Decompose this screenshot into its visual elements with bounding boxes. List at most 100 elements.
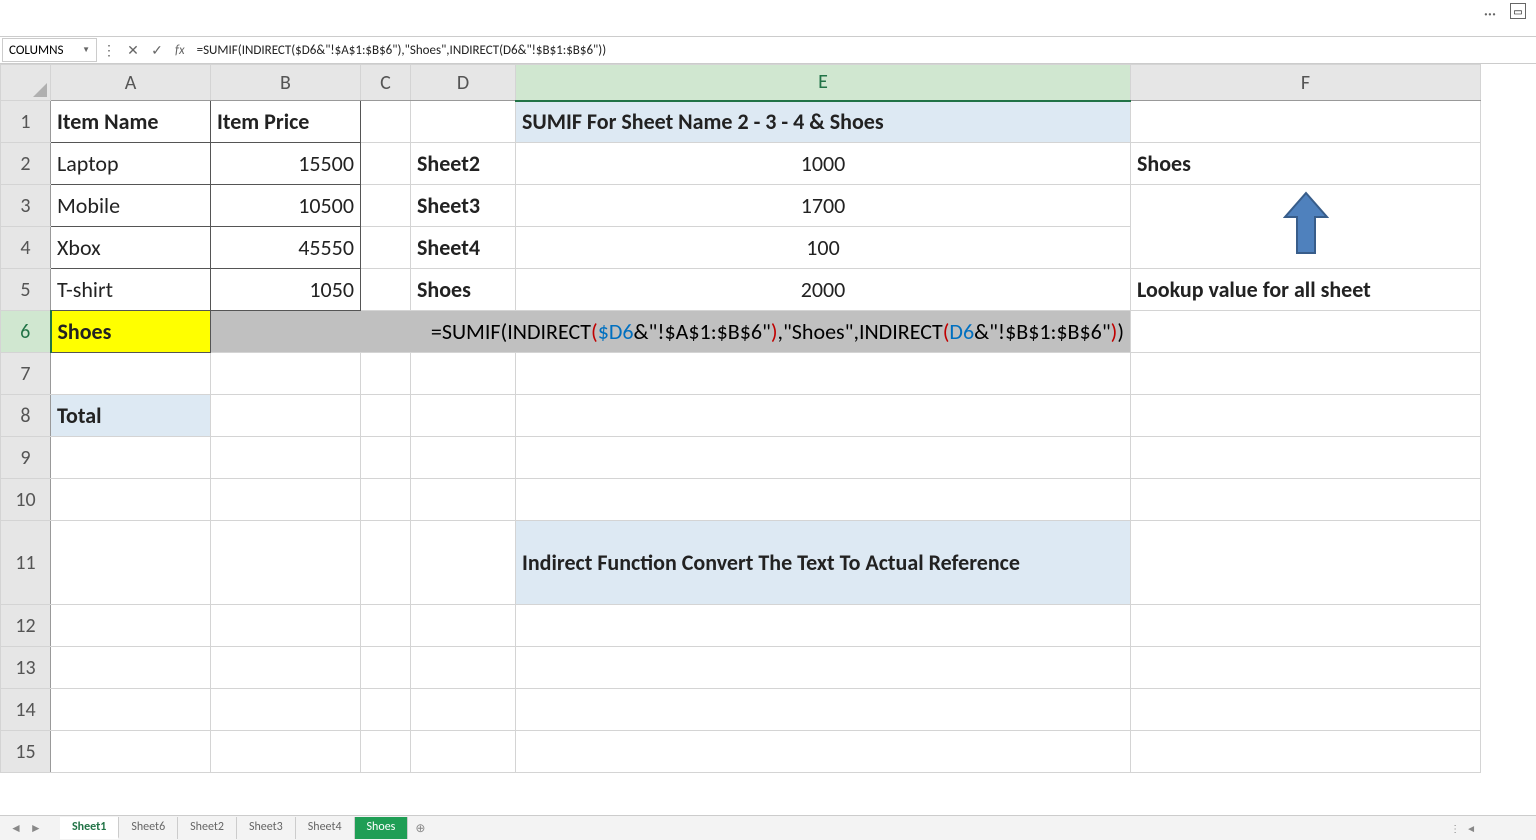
cell-E2[interactable]: 1000	[516, 143, 1131, 185]
cell-B4[interactable]: 45550	[211, 227, 361, 269]
cell-D7[interactable]	[411, 353, 516, 395]
cell-A14[interactable]	[51, 689, 211, 731]
cell-A9[interactable]	[51, 437, 211, 479]
name-box-dropdown-icon[interactable]: ▼	[82, 45, 90, 55]
cell-F8[interactable]	[1131, 395, 1481, 437]
sheet-tab-sheet6[interactable]: Sheet6	[119, 817, 178, 839]
cell-F11[interactable]	[1131, 521, 1481, 605]
row-header-15[interactable]: 15	[1, 731, 51, 773]
cancel-formula-button[interactable]: ✕	[121, 38, 145, 62]
sheet-nav-arrows[interactable]: ◄ ►	[10, 821, 42, 836]
cell-E10[interactable]	[516, 479, 1131, 521]
cell-D10[interactable]	[411, 479, 516, 521]
cell-A13[interactable]	[51, 647, 211, 689]
cell-F14[interactable]	[1131, 689, 1481, 731]
cell-D13[interactable]	[411, 647, 516, 689]
formula-input[interactable]: =SUMIF(INDIRECT($D6&"!$A$1:$B$6"),"Shoes…	[191, 41, 1536, 60]
col-header-E[interactable]: E	[516, 65, 1131, 101]
cell-B10[interactable]	[211, 479, 361, 521]
cell-A3[interactable]: Mobile	[51, 185, 211, 227]
cell-D11[interactable]	[411, 521, 516, 605]
cell-B3[interactable]: 10500	[211, 185, 361, 227]
fx-icon[interactable]: fx	[175, 43, 185, 58]
cell-E14[interactable]	[516, 689, 1131, 731]
cell-E11[interactable]: Indirect Function Convert The Text To Ac…	[516, 521, 1131, 605]
cell-B12[interactable]	[211, 605, 361, 647]
cell-B15[interactable]	[211, 731, 361, 773]
row-header-6[interactable]: 6	[1, 311, 51, 353]
cell-E13[interactable]	[516, 647, 1131, 689]
cell-B7[interactable]	[211, 353, 361, 395]
col-header-A[interactable]: A	[51, 65, 211, 101]
row-header-14[interactable]: 14	[1, 689, 51, 731]
cell-B11[interactable]	[211, 521, 361, 605]
cell-C7[interactable]	[361, 353, 411, 395]
cell-E12[interactable]	[516, 605, 1131, 647]
cell-C11[interactable]	[361, 521, 411, 605]
sheet-tab-shoes[interactable]: Shoes	[355, 817, 409, 839]
sheet-tab-sheet2[interactable]: Sheet2	[178, 817, 237, 839]
cell-E7[interactable]	[516, 353, 1131, 395]
cell-B13[interactable]	[211, 647, 361, 689]
row-header-9[interactable]: 9	[1, 437, 51, 479]
cell-A8[interactable]: Total	[51, 395, 211, 437]
row-header-10[interactable]: 10	[1, 479, 51, 521]
more-options-icon[interactable]: ···	[1484, 5, 1496, 24]
cell-E8[interactable]	[516, 395, 1131, 437]
cell-D4[interactable]: Sheet4	[411, 227, 516, 269]
cell-C2[interactable]	[361, 143, 411, 185]
col-header-F[interactable]: F	[1131, 65, 1481, 101]
cell-A10[interactable]	[51, 479, 211, 521]
cell-A6[interactable]: Shoes	[51, 311, 211, 353]
row-header-5[interactable]: 5	[1, 269, 51, 311]
row-header-2[interactable]: 2	[1, 143, 51, 185]
ribbon-expand-icon[interactable]: ▭	[1510, 3, 1526, 19]
sheet-prev-icon[interactable]: ◄	[10, 821, 22, 836]
cell-A11[interactable]	[51, 521, 211, 605]
cell-D1[interactable]	[411, 101, 516, 143]
cell-A12[interactable]	[51, 605, 211, 647]
cell-E1[interactable]: SUMIF For Sheet Name 2 - 3 - 4 & Shoes	[516, 101, 1131, 143]
cell-B14[interactable]	[211, 689, 361, 731]
cell-C8[interactable]	[361, 395, 411, 437]
row-header-1[interactable]: 1	[1, 101, 51, 143]
cell-D8[interactable]	[411, 395, 516, 437]
sheet-next-icon[interactable]: ►	[30, 821, 42, 836]
cell-D9[interactable]	[411, 437, 516, 479]
cell-F9[interactable]	[1131, 437, 1481, 479]
cell-B9[interactable]	[211, 437, 361, 479]
cell-A2[interactable]: Laptop	[51, 143, 211, 185]
cell-A7[interactable]	[51, 353, 211, 395]
cell-F12[interactable]	[1131, 605, 1481, 647]
cell-E3[interactable]: 1700	[516, 185, 1131, 227]
cell-F15[interactable]	[1131, 731, 1481, 773]
spreadsheet-grid[interactable]: A B C D E F 1 Item Name Item Price SUMIF…	[0, 64, 1536, 815]
sheet-tab-sheet1[interactable]: Sheet1	[60, 817, 119, 839]
cell-B5[interactable]: 1050	[211, 269, 361, 311]
cell-B8[interactable]	[211, 395, 361, 437]
cell-C4[interactable]	[361, 227, 411, 269]
cell-A15[interactable]	[51, 731, 211, 773]
cell-F10[interactable]	[1131, 479, 1481, 521]
cell-F2[interactable]: Shoes	[1131, 143, 1481, 185]
row-header-4[interactable]: 4	[1, 227, 51, 269]
cell-B6-formula-editing[interactable]: =SUMIF(INDIRECT($D6&"!$A$1:$B$6"),"Shoes…	[211, 311, 1131, 353]
row-header-11[interactable]: 11	[1, 521, 51, 605]
cell-F13[interactable]	[1131, 647, 1481, 689]
cell-D12[interactable]	[411, 605, 516, 647]
row-header-12[interactable]: 12	[1, 605, 51, 647]
cell-E5[interactable]: 2000	[516, 269, 1131, 311]
cell-D2[interactable]: Sheet2	[411, 143, 516, 185]
name-box[interactable]: COLUMNS ▼	[2, 38, 97, 62]
cell-A4[interactable]: Xbox	[51, 227, 211, 269]
row-header-3[interactable]: 3	[1, 185, 51, 227]
row-header-7[interactable]: 7	[1, 353, 51, 395]
select-all-corner[interactable]	[1, 65, 51, 101]
sheet-tab-sheet3[interactable]: Sheet3	[237, 817, 296, 839]
scroll-left-icon[interactable]: ◄	[1466, 822, 1476, 835]
cell-C10[interactable]	[361, 479, 411, 521]
cell-C12[interactable]	[361, 605, 411, 647]
cell-A5[interactable]: T-shirt	[51, 269, 211, 311]
row-header-13[interactable]: 13	[1, 647, 51, 689]
cell-C5[interactable]	[361, 269, 411, 311]
